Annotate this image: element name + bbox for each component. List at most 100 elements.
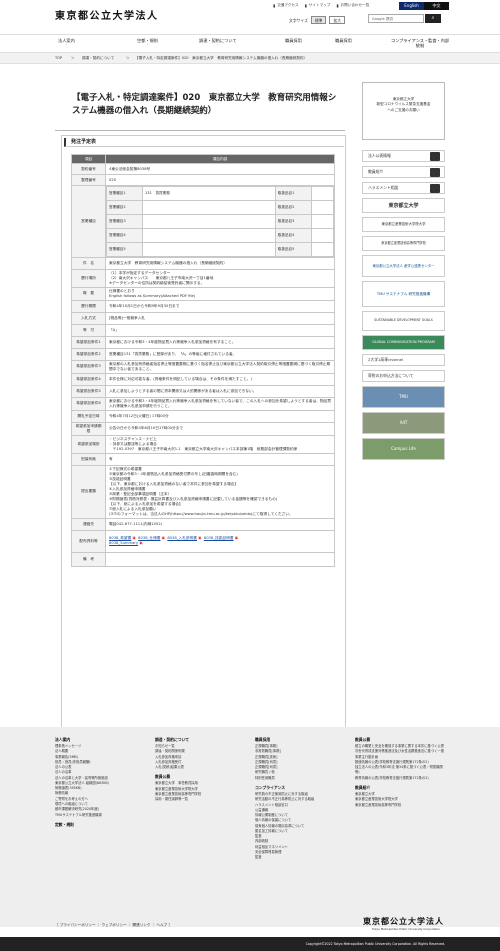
table-row: 希望参加条件1 東京都における令和3・4年度物品買入れ等競争入札参加資格を有するこ…: [71, 335, 335, 349]
banner-sdgs[interactable]: SUSTAINABLE DEVELOPMENT GOALS: [362, 311, 445, 331]
footer-heading[interactable]: 調達・契約について: [155, 737, 225, 743]
table-row: 希望参加申請期限 公告の日から令和4年6月10日17時00分まで: [71, 421, 335, 436]
row-value: 4東公法総会契第8038号: [105, 163, 335, 175]
sub-key: 営業種目5: [106, 242, 143, 257]
table-row: 等 付「A」: [71, 323, 335, 337]
row-value: [105, 551, 335, 567]
footer-link[interactable]: 次世代育成支援対策推進法及び女性活躍推進法に基づく一般事業主行動計画: [355, 749, 445, 760]
col-head-content: 項目内容: [105, 154, 335, 164]
footer-list: 東京都立大学 事任教員採用 東京都立産業技術大学院大学 東京都立産業技術高等専門学校…: [155, 781, 225, 802]
breadcrumb-procurement[interactable]: 調達・契約について: [82, 56, 114, 61]
util-access[interactable]: ▮ 交通アクセス: [273, 3, 299, 8]
banner-sustainable[interactable]: TMU サステナブル 研究推進機構: [362, 281, 445, 307]
row-key: 契約番号: [71, 163, 106, 175]
sidebar-link-harassment[interactable]: ハラスメント相談: [362, 182, 445, 194]
row-value: 東京都における令和3・4年度物品買入れ等競争入札参加資格を有していない者で、この…: [105, 396, 335, 411]
sub-key: 取扱品目5: [274, 242, 312, 257]
lang-chinese[interactable]: 中文: [424, 2, 449, 10]
footer-link[interactable]: 入札(見積)結果公表: [155, 765, 225, 770]
banner-tmcit[interactable]: 東京都立産業技術高等専門学校: [362, 236, 445, 251]
footer-policy-links[interactable]: ［ プライバシーポリシー ｜ ウェブポリシー ｜ 関連リンク ｜ ヘルプ ］: [55, 923, 172, 928]
doc-link[interactable]: 8038_希望書: [109, 536, 131, 540]
search-input[interactable]: Google 提供: [368, 14, 424, 23]
util-contact[interactable]: ▮ お問い合わせ一覧: [336, 3, 369, 8]
photo-banner-aiit[interactable]: AIIT: [362, 412, 445, 434]
site-header: 東京都公立大学法人 ▮ 交通アクセス ▮ サイトマップ ▮ お問い合わせ一覧 Engl…: [0, 0, 500, 34]
row-value: 令和4年10月1日から令和9年9月30日まで: [105, 299, 335, 313]
nav-item-rules[interactable]: 空都・規則 ⌄: [137, 38, 158, 47]
font-size-control: 文字サイズ 標準 拡大: [289, 16, 346, 25]
footer-list: 都立の職業と安全を確保する事業に関する本件に基づく公表 次世代育成支援対策推進法及…: [355, 744, 445, 781]
nav-item-about[interactable]: 法人案内 ⌄: [58, 38, 75, 47]
doc-link[interactable]: 8038_入札説明書: [167, 536, 197, 540]
footer-link[interactable]: TMUサステナブル研究推進機構: [55, 813, 125, 818]
footer-list: お知らせ一覧 調達・契約関係例規 入札参加資格申請 入札参加資格受付 入札(見積)結果公…: [155, 744, 225, 770]
sub-key: 取扱品目1: [274, 186, 312, 201]
sidebar-link-donation[interactable]: 寄附のお申込方法について: [362, 370, 445, 382]
breadcrumb-top[interactable]: TOP: [55, 56, 62, 61]
doc-link[interactable]: 8038_技能証明書: [204, 536, 234, 540]
chevron-down-icon: ⌄: [216, 42, 220, 47]
font-large-button[interactable]: 拡大: [329, 16, 346, 25]
doc-link[interactable]: 8038_Summary: [109, 541, 138, 545]
photo-banner-campus[interactable]: Campus Life: [362, 438, 445, 460]
footer-heading[interactable]: 教員公募: [155, 774, 225, 780]
row-value: [物品等]一般競争入札: [105, 311, 335, 325]
banner-line: へのご支援のお願い: [387, 107, 420, 112]
row-key: 希望参加申請期限: [71, 421, 106, 436]
banner-gcp[interactable]: GLOBAL COMMUNICATION PROGRAM: [362, 335, 445, 350]
sub-value: [142, 242, 276, 257]
table-row: 開札予定日時 令和4年7月12日(火曜日) 17時00分: [71, 409, 335, 423]
footer-col-procurement: 調達・契約について お知らせ一覧 調達・契約関係例規 入札参加資格申請 入札参加資格受…: [155, 737, 225, 803]
section-heading: 発注予定表: [64, 138, 344, 147]
banner-tmu[interactable]: 東京都立大学: [362, 198, 445, 213]
row-value: 仕様書のとおり English follows as Summary(Attac…: [105, 286, 335, 301]
footer-link[interactable]: 教育情報の公表(学校教育法施行規則第172条の2): [355, 776, 445, 781]
graduation-cap-icon: [430, 168, 440, 177]
nav-item-compliance[interactable]: コンプライアンス・監査・内部統制: [390, 38, 450, 48]
footer-link[interactable]: 採用・委任講師等一覧: [155, 797, 225, 802]
banner-aiit[interactable]: 東京都立産業技術大学院大学: [362, 217, 445, 232]
footer-link[interactable]: 特別任用職員: [255, 776, 340, 781]
font-standard-button[interactable]: 標準: [310, 16, 327, 25]
footer-heading[interactable]: 教員紹介: [355, 785, 445, 791]
footer-heading[interactable]: コンプライアンス: [255, 785, 340, 791]
footer-heading[interactable]: 法人案内: [55, 737, 125, 743]
footer-heading[interactable]: 定款・規則: [55, 822, 125, 828]
row-value: 020: [105, 174, 335, 186]
footer-link[interactable]: 監査: [255, 855, 340, 860]
footer-heading[interactable]: 教員公募: [355, 737, 445, 743]
footer-link[interactable]: 東京都立産業技術高等専門学校: [355, 803, 445, 808]
table-row: 契約番号 4東公法総会契第8038号: [71, 163, 335, 175]
nav-item-recruit-1[interactable]: 職員採用 ⌄: [285, 38, 302, 47]
sub-key: 営業種目4: [106, 228, 143, 243]
link-label: ハラスメント相談: [368, 185, 399, 191]
row-value: ①下記様式の希望書 ②東京都の令和3・4年度物品入札参加資格受付票の写し(旧審査…: [105, 464, 335, 519]
lang-english[interactable]: English: [399, 2, 424, 10]
sidebar-link-faculty[interactable]: 教員紹介: [362, 166, 445, 178]
table-row: 担保有無有: [71, 452, 335, 466]
table-row: 希望参加条件2 営業種目131「賃貸業務」に登録があり、「A」の等級に格付されてい…: [71, 347, 335, 361]
row-key: 担保有無: [71, 452, 106, 466]
footer-heading[interactable]: 職員採用: [255, 737, 340, 743]
pdf-icon: ▣: [234, 536, 239, 541]
sub-row: 営業種目2 取扱品目2: [106, 200, 335, 215]
donation-banner[interactable]: 東京都立大学 新型コロナウイルス緊急支援基金 へのご支援のお願い: [362, 82, 445, 140]
footer-col-recruit: 職員採用 正規職員[事務] 非常勤職員[事務] 正規職員[技術] 正規職員[司書] 正規…: [255, 737, 340, 860]
document-icon: [430, 152, 440, 161]
doc-link[interactable]: 8038_仕様書: [138, 536, 160, 540]
font-size-label: 文字サイズ: [289, 17, 308, 23]
docs-cell: 8038_希望書 ▣ 8038_仕様書 ▣ 8038_入札説明書 ▣ 8038_…: [105, 529, 335, 553]
sidebar-link-disclosure[interactable]: 法人公表情報: [362, 150, 445, 162]
nav-item-recruit-2[interactable]: 職員採用 ⌄: [335, 38, 352, 47]
photo-banner-tmu[interactable]: TMU: [362, 386, 445, 408]
nav-item-procurement[interactable]: 調達・契約について ⌄: [199, 38, 237, 47]
breadcrumb-separator: ＞: [126, 56, 130, 60]
search-icon[interactable]: ⌕: [425, 14, 441, 23]
banner-industry[interactable]: 東京都公立大学法人 産学公連携センター: [362, 255, 445, 277]
footer-link[interactable]: 独立法人の公表(令和3年法 第34条に基づく公表・附属機関等): [355, 765, 445, 776]
site-logo[interactable]: 東京都公立大学法人: [55, 10, 159, 24]
sidebar-link-channel[interactable]: 2大学1高専channel: [362, 354, 445, 366]
util-sitemap[interactable]: ▮ サイトマップ: [305, 3, 331, 8]
row-key: 連絡先: [71, 517, 106, 531]
